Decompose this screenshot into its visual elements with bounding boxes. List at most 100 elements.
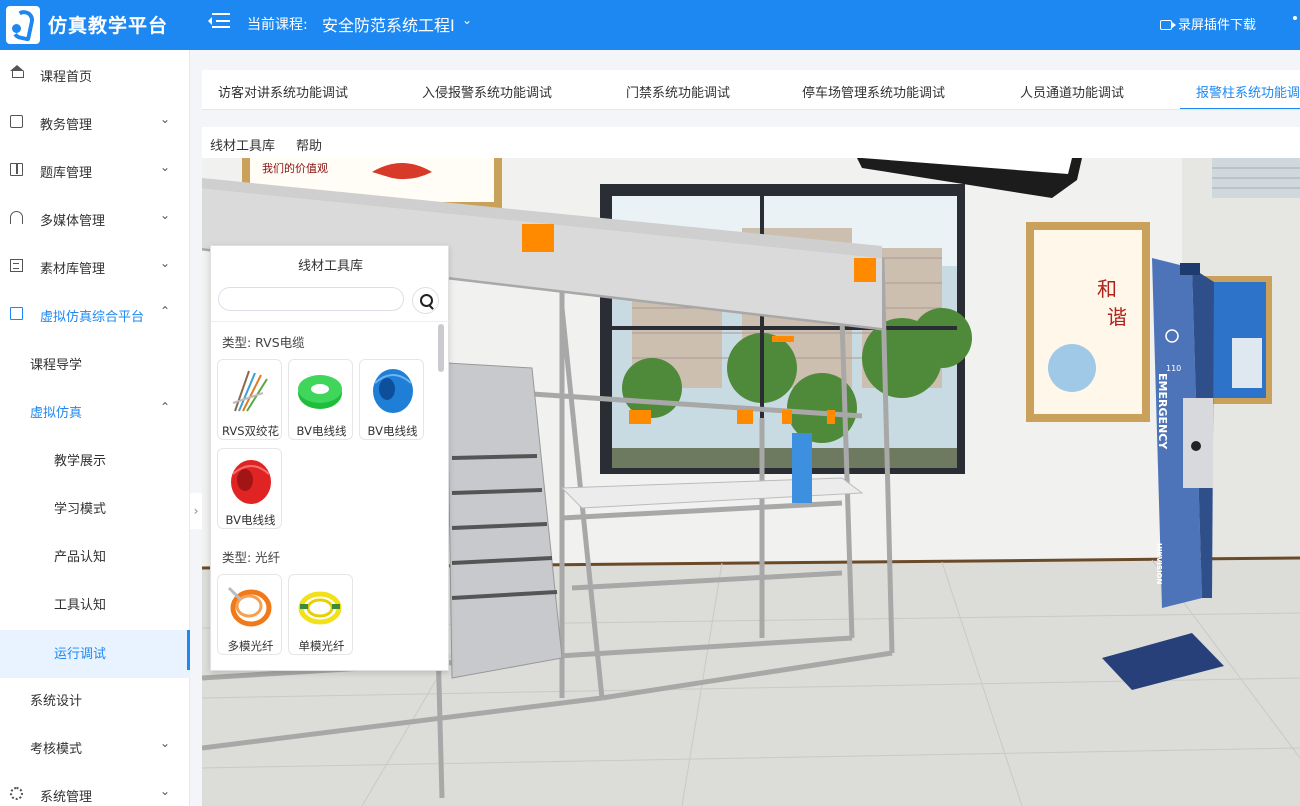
tab-personnel-channel[interactable]: 人员通道功能调试 [1020,82,1124,101]
user-menu-icon[interactable] [1293,16,1297,20]
search-icon[interactable] [412,287,439,314]
book-icon [10,163,23,176]
platform-logo [6,6,40,44]
panel-divider [211,321,450,322]
chevron-down-icon: ⌄ [160,736,171,750]
search-input[interactable] [218,287,404,311]
cable-item-rvs-twisted[interactable]: RVS双绞花 [217,359,282,440]
svg-text:我们的价值观: 我们的价值观 [262,161,328,175]
sidebar-item-label: 系统设计 [30,694,83,709]
chevron-down-icon: ⌄ [160,784,171,798]
brand-title: 仿真教学平台 [48,15,169,37]
sidebar-item-vr-platform[interactable]: 虚拟仿真综合平台 ⌃ [0,290,190,338]
tab-alarm-pillar[interactable]: 报警柱系统功能调试 [1196,82,1300,101]
top-header: 仿真教学平台 当前课程: 安全防范系统工程I ⌄ 录屏插件下载 [0,0,1300,50]
sidebar-item-label: 系统管理 [40,790,93,805]
fiber-item-multimode[interactable]: 多模光纤 [217,574,282,655]
sidebar-item-product-knowledge[interactable]: 产品认知 [0,530,190,578]
red-wire-coil-icon [231,460,271,504]
function-tabs: 访客对讲系统功能调试 入侵报警系统功能调试 门禁系统功能调试 停车场管理系统功能… [202,70,1300,110]
chevron-up-icon: ⌃ [160,304,171,318]
sidebar-item-simulation[interactable]: 虚拟仿真 ⌃ [0,386,190,434]
panel-scrollbar[interactable] [437,322,445,670]
sidebar-item-academic[interactable]: 教务管理 ⌄ [0,98,190,146]
tab-visitor-intercom[interactable]: 访客对讲系统功能调试 [218,82,348,101]
home-icon [10,65,24,78]
chevron-down-icon: ⌄ [160,256,171,270]
item-caption: RVS双绞花 [221,424,280,438]
sidebar-item-label: 工具认知 [54,598,107,613]
record-plugin-label: 录屏插件下载 [1178,18,1257,33]
twisted-pair-icon [232,370,268,412]
orange-fiber-icon [227,586,272,627]
list-icon [10,259,23,272]
sidebar-item-label: 多媒体管理 [40,214,106,229]
sidebar-item-label: 素材库管理 [40,262,106,277]
sidebar-item-label: 题库管理 [40,166,93,181]
tab-access-control[interactable]: 门禁系统功能调试 [626,82,730,101]
tab-intrusion-alarm[interactable]: 入侵报警系统功能调试 [422,82,552,101]
menu-toggle-icon[interactable] [208,13,230,31]
sidebar-item-label: 虚拟仿真综合平台 [40,310,145,325]
sidebar-item-label: 考核模式 [30,742,83,757]
sidebar-item-label: 虚拟仿真 [30,406,83,421]
sidebar-item-learning-mode[interactable]: 学习模式 [0,482,190,530]
sidebar-item-label: 教务管理 [40,118,93,133]
sidebar-item-label: 课程导学 [30,358,83,373]
pillar-number: 110 [1166,364,1181,373]
sidebar-item-teaching-demo[interactable]: 教学展示 [0,434,190,482]
chevron-down-icon: ⌄ [160,208,171,222]
vr-icon [10,307,23,320]
scene-toolbar: 线材工具库 帮助 [202,127,1300,158]
sidebar-item-multimedia[interactable]: 多媒体管理 ⌄ [0,194,190,242]
chevron-down-icon: ⌄ [160,112,171,126]
sidebar-item-label: 运行调试 [54,647,107,662]
sidebar-item-label: 产品认知 [54,550,107,565]
item-caption: BV电线线 [225,513,276,527]
item-caption: BV电线线 [367,424,418,438]
chevron-down-icon[interactable]: ⌄ [462,13,472,27]
sidebar-collapse-button[interactable]: › [190,493,202,529]
cable-item-bv-blue[interactable]: BV电线线 [359,359,424,440]
cable-item-bv-red[interactable]: BV电线线 [217,448,282,529]
sidebar-item-question-bank[interactable]: 题库管理 ⌄ [0,146,190,194]
category-label-rvs: 类型: RVS电缆 [222,335,305,350]
cable-library-panel: 线材工具库 类型: RVS电缆 RVS双绞花 BV电线线 BV电线线 BV电线线… [210,245,450,671]
sidebar-item-label: 学习模式 [54,502,107,517]
course-selector[interactable]: 安全防范系统工程I [322,12,455,36]
record-plugin-download[interactable]: 录屏插件下载 [1160,14,1256,33]
sidebar-item-system-admin[interactable]: 系统管理 ⌄ [0,770,190,806]
sidebar-item-material[interactable]: 素材库管理 ⌄ [0,242,190,290]
sidebar-item-course-home[interactable]: 课程首页 [0,50,190,98]
course-label: 当前课程: [247,17,308,33]
category-label-fiber: 类型: 光纤 [222,550,281,565]
sidebar-item-label: 教学展示 [54,454,107,469]
sidebar-item-system-design[interactable]: 系统设计 [0,674,190,722]
cable-library-menu[interactable]: 线材工具库 [210,135,275,154]
green-wire-coil-icon [298,375,342,409]
cable-item-bv-green[interactable]: BV电线线 [288,359,353,440]
yellow-fiber-icon [298,591,342,625]
active-tab-indicator [1180,108,1300,109]
monitor-icon [10,115,23,128]
tab-parking[interactable]: 停车场管理系统功能调试 [802,82,945,101]
sidebar-item-course-guide[interactable]: 课程导学 [0,338,190,386]
chevron-up-icon: ⌃ [160,400,171,414]
headphones-icon [10,211,23,224]
sidebar-item-tool-knowledge[interactable]: 工具认知 [0,578,190,626]
gear-icon [10,787,23,800]
poster-char-1: 和 [1097,277,1117,301]
help-menu[interactable]: 帮助 [296,135,322,154]
pillar-label: EMERGENCY [1156,373,1169,450]
poster-char-2: 谐 [1107,305,1127,329]
fiber-item-singlemode[interactable]: 单模光纤 [288,574,353,655]
blue-wire-coil-icon [373,369,413,413]
sidebar-item-run-debug[interactable]: 运行调试 [0,630,190,678]
item-caption: 多模光纤 [227,639,274,653]
camera-icon [1160,20,1176,30]
chevron-down-icon: ⌄ [160,160,171,174]
sidebar-item-assessment[interactable]: 考核模式 ⌄ [0,722,190,770]
sidebar: 课程首页 教务管理 ⌄ 题库管理 ⌄ 多媒体管理 ⌄ 素材库管理 ⌄ 虚拟仿真综合平台 ⌃… [0,50,190,806]
sidebar-item-label: 课程首页 [40,70,93,85]
item-caption: BV电线线 [296,424,347,438]
